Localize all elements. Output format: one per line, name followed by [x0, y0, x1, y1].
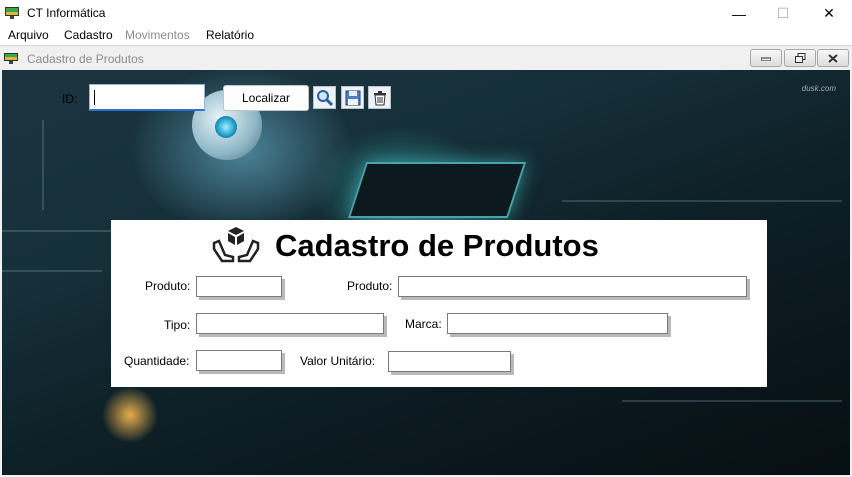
delete-button[interactable] [368, 86, 391, 109]
menu-movimentos[interactable]: Movimentos [125, 28, 190, 42]
menu-cadastro[interactable]: Cadastro [64, 28, 113, 42]
pcb-trace [562, 200, 842, 202]
close-icon [828, 53, 838, 63]
tipo-field[interactable] [196, 313, 384, 334]
id-label: ID: [62, 92, 78, 106]
title-bar: CT Informática — ☐ ✕ [0, 0, 852, 27]
id-input[interactable] [89, 84, 205, 111]
pcb-trace [2, 230, 122, 232]
menu-relatorio[interactable]: Relatório [206, 28, 254, 42]
processor-chip-graphic [347, 162, 527, 218]
close-button[interactable]: ✕ [806, 0, 852, 27]
pcb-trace [622, 400, 842, 402]
robot-eye-graphic [215, 116, 237, 138]
window-title: CT Informática [27, 6, 106, 20]
localizar-button[interactable]: Localizar [223, 85, 309, 111]
produto-name-label: Produto: [347, 279, 393, 293]
text-caret [94, 89, 95, 105]
child-window-monitor-icon [4, 53, 18, 64]
menu-bar: Arquivo Cadastro Movimentos Relatório [0, 27, 852, 45]
maximize-button[interactable]: ☐ [760, 0, 806, 27]
floppy-disk-icon [345, 90, 360, 105]
save-button[interactable] [341, 86, 364, 109]
produto-label: Produto: [145, 279, 191, 293]
minimize-icon: — [732, 5, 746, 22]
minimize-icon [761, 57, 771, 61]
valor-unitario-label: Valor Unitário: [300, 354, 376, 368]
maximize-icon: ☐ [776, 5, 790, 21]
child-close-button[interactable] [817, 49, 849, 67]
minimize-button[interactable]: — [716, 0, 762, 27]
marca-label: Marca: [405, 317, 442, 331]
child-minimize-button[interactable] [750, 49, 782, 67]
quantidade-field[interactable] [196, 350, 282, 371]
marca-field[interactable] [447, 313, 668, 334]
pcb-trace [2, 270, 102, 272]
app-monitor-icon [5, 7, 19, 19]
restore-icon [794, 53, 805, 63]
produto-name-field[interactable] [398, 276, 747, 297]
child-window-title: Cadastro de Produtos [27, 52, 144, 66]
child-restore-button[interactable] [784, 49, 816, 67]
trash-icon [373, 90, 386, 105]
quantidade-label: Quantidade: [124, 354, 190, 368]
product-box-hands-icon [212, 227, 260, 263]
menu-arquivo[interactable]: Arquivo [8, 28, 49, 42]
form-heading: Cadastro de Produtos [275, 228, 599, 263]
search-button[interactable] [313, 86, 336, 109]
close-icon: ✕ [823, 5, 835, 21]
magnifier-icon [317, 90, 333, 106]
tipo-label: Tipo: [164, 318, 191, 332]
produto-code-field[interactable] [196, 276, 282, 297]
pcb-trace [42, 120, 44, 210]
valor-unitario-field[interactable] [388, 351, 511, 372]
product-form-panel: Cadastro de Produtos Produto: Produto: T… [111, 220, 767, 387]
background-watermark: dusk.com [801, 84, 836, 93]
child-window-title-bar: Cadastro de Produtos [0, 45, 852, 70]
